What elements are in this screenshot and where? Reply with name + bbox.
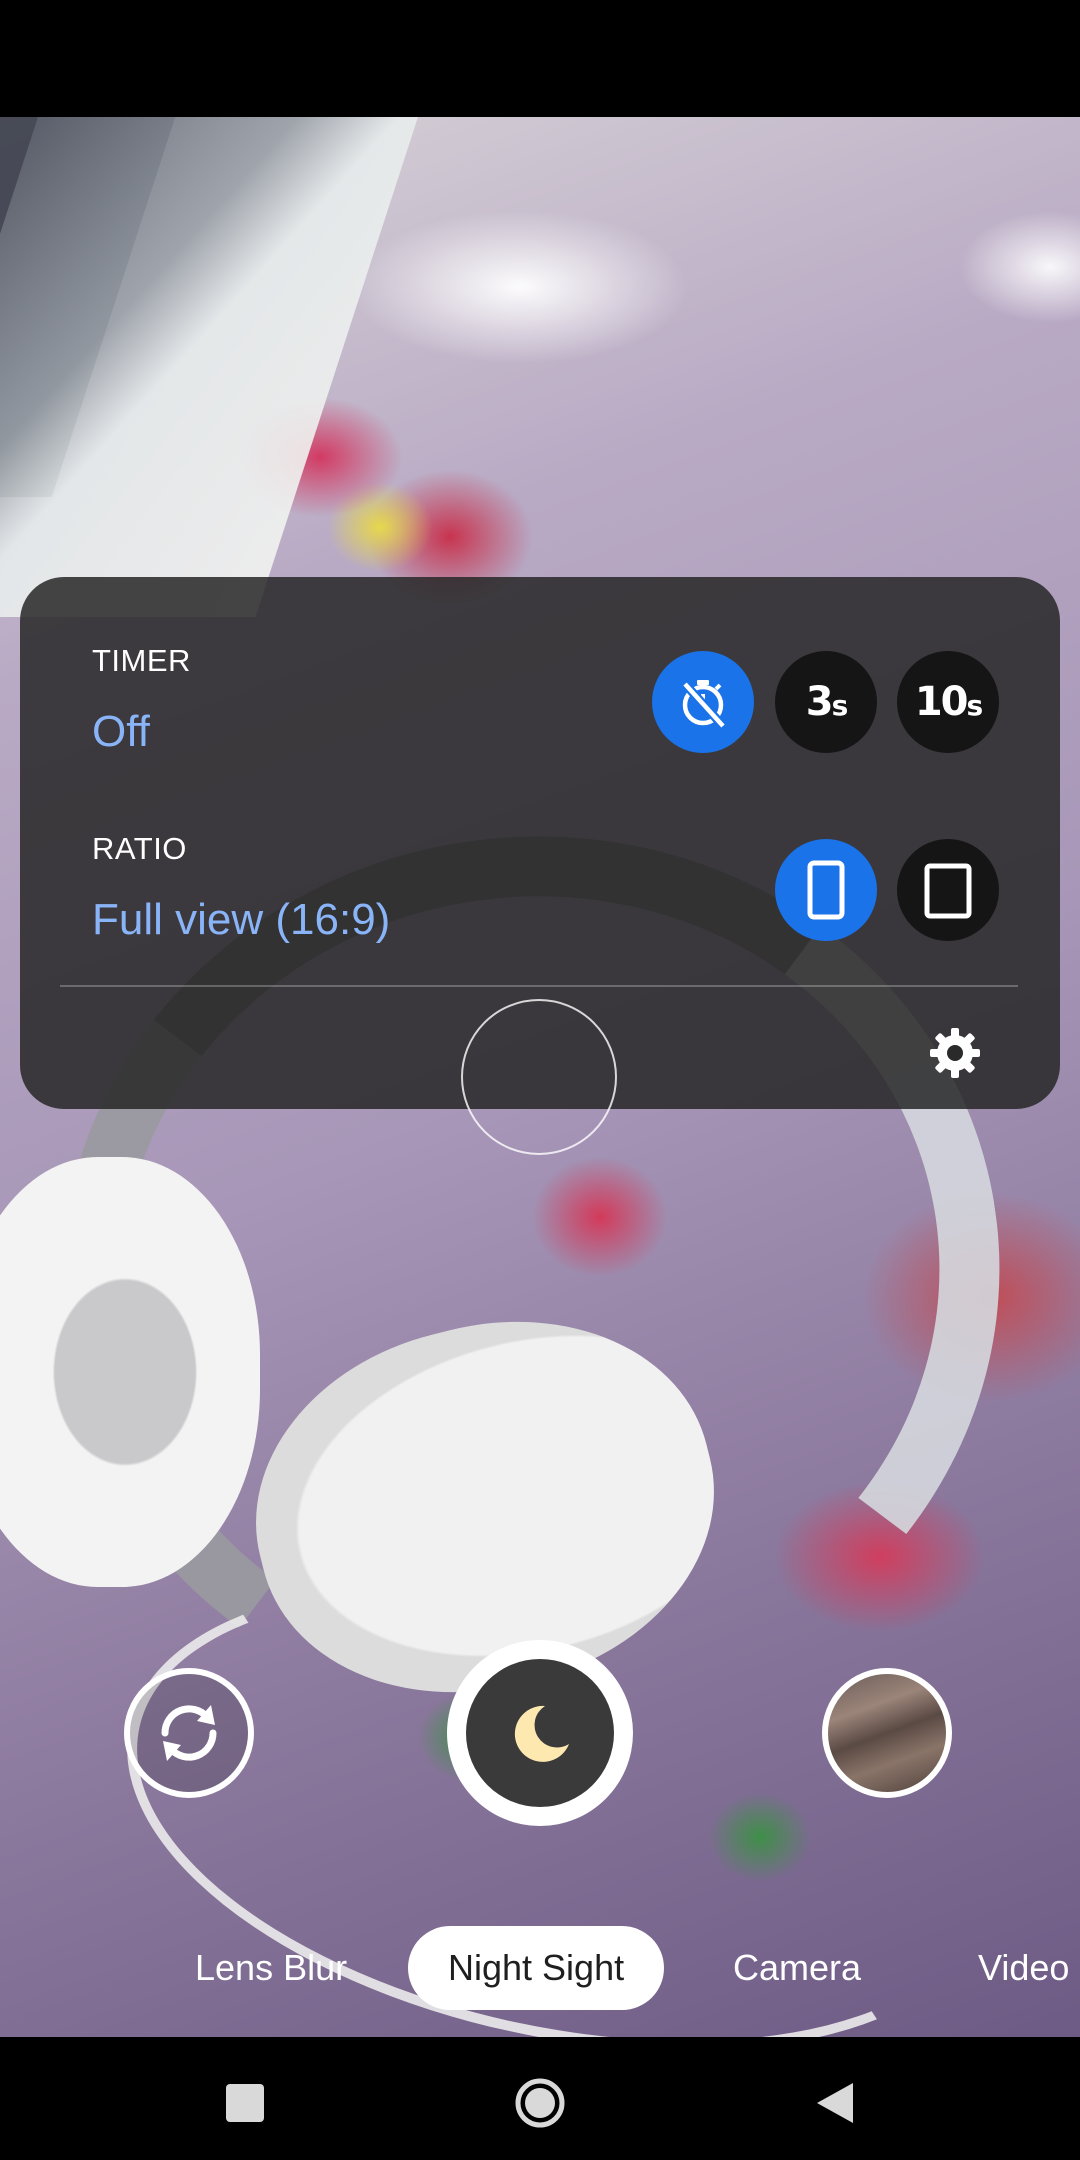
timer-label: TIMER — [92, 643, 191, 678]
mode-night-sight[interactable]: Night Sight — [408, 1926, 665, 2010]
home-icon — [515, 2078, 565, 2128]
ratio-4-3-button[interactable] — [897, 839, 999, 941]
more-settings-button[interactable] — [925, 1023, 985, 1083]
shutter-button[interactable] — [447, 1640, 633, 1826]
timer-3s-label: 3s — [805, 679, 848, 725]
back-button[interactable] — [805, 2073, 865, 2133]
shutter-inner — [466, 1659, 614, 1807]
mode-video[interactable]: Video — [978, 1926, 1069, 2010]
switch-camera-icon — [161, 1705, 217, 1761]
timer-10s-label: 10s — [914, 679, 983, 725]
moon-icon — [514, 1705, 569, 1762]
mode-lens-blur[interactable]: Lens Blur — [195, 1926, 347, 2010]
status-bar — [0, 0, 1080, 117]
ratio-label: RATIO — [92, 831, 187, 866]
recents-icon — [226, 2084, 264, 2122]
back-icon — [817, 2083, 853, 2123]
scene-wall — [0, 117, 425, 617]
headphone-earcup-left — [0, 1157, 260, 1587]
switch-camera-button[interactable] — [124, 1668, 254, 1798]
portrait-short-icon — [924, 863, 972, 919]
timer-3s-button[interactable]: 3s — [775, 651, 877, 753]
gallery-thumbnail[interactable] — [822, 1668, 952, 1798]
ratio-value: Full view (16:9) — [92, 895, 391, 944]
timer-off-icon — [681, 680, 727, 730]
navigation-bar — [0, 2037, 1080, 2160]
panel-divider — [60, 985, 1018, 987]
timer-value: Off — [92, 707, 150, 756]
portrait-tall-icon — [807, 860, 845, 920]
focus-ring — [461, 999, 617, 1155]
mode-camera[interactable]: Camera — [733, 1926, 861, 2010]
recents-button[interactable] — [215, 2073, 275, 2133]
timer-10s-button[interactable]: 10s — [897, 651, 999, 753]
ratio-full-view-button[interactable] — [775, 839, 877, 941]
home-button[interactable] — [510, 2073, 570, 2133]
timer-off-button[interactable] — [652, 651, 754, 753]
gear-icon — [930, 1028, 980, 1078]
